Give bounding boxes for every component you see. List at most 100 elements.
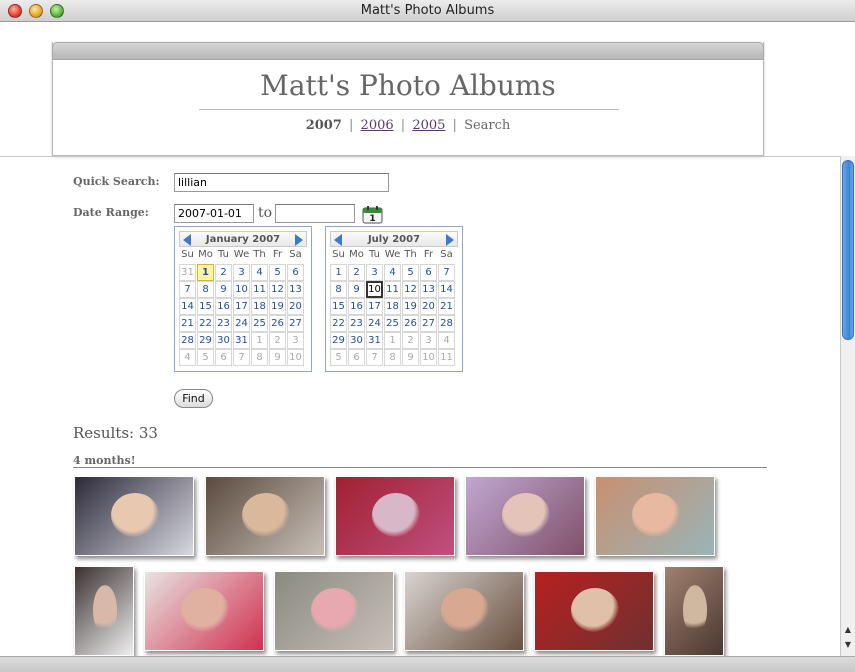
quick-search-input[interactable]	[174, 173, 389, 192]
calendar-day[interactable]: 5	[330, 349, 347, 366]
calendar-day[interactable]: 10	[420, 349, 437, 366]
photo-baby-on-blanket[interactable]	[74, 476, 194, 556]
calendar-day[interactable]: 5	[197, 349, 214, 366]
calendar-day[interactable]: 13	[287, 281, 304, 298]
calendar-day[interactable]: 10	[233, 281, 250, 298]
calendar-day[interactable]: 14	[438, 281, 455, 298]
calendar-day[interactable]: 22	[197, 315, 214, 332]
calendar-day[interactable]: 1	[197, 264, 214, 281]
calendar-day[interactable]: 15	[197, 298, 214, 315]
calendar-day[interactable]: 20	[420, 298, 437, 315]
nav-link-2005[interactable]: 2005	[412, 118, 445, 133]
calendar-day[interactable]: 16	[348, 298, 365, 315]
calendar-day[interactable]: 18	[384, 298, 401, 315]
date-from-input[interactable]	[174, 204, 254, 223]
calendar-day[interactable]: 19	[269, 298, 286, 315]
photo-baby-in-play-gym[interactable]	[335, 476, 455, 556]
calendar-day[interactable]: 7	[366, 349, 383, 366]
calendar-day[interactable]: 9	[348, 281, 365, 298]
calendar-day[interactable]: 13	[420, 281, 437, 298]
photo-baby-on-mat[interactable]	[274, 571, 394, 651]
calendar-day[interactable]: 30	[348, 332, 365, 349]
calendar-day[interactable]: 11	[251, 281, 268, 298]
calendar-day[interactable]: 4	[384, 264, 401, 281]
calendar-day[interactable]: 17	[366, 298, 383, 315]
calendar-day[interactable]: 6	[287, 264, 304, 281]
calendar-day[interactable]: 8	[197, 281, 214, 298]
prev-month-icon[interactable]	[334, 234, 342, 246]
calendar-day[interactable]: 15	[330, 298, 347, 315]
calendar-day[interactable]: 25	[384, 315, 401, 332]
calendar-day[interactable]: 20	[287, 298, 304, 315]
calendar-day[interactable]: 6	[420, 264, 437, 281]
calendar-day[interactable]: 1	[251, 332, 268, 349]
date-to-input[interactable]	[275, 204, 355, 223]
calendar-day[interactable]: 24	[366, 315, 383, 332]
photo-baby-and-man-lying[interactable]	[465, 476, 585, 556]
photo-mother-holding-baby[interactable]	[404, 571, 524, 651]
calendar-day[interactable]: 3	[366, 264, 383, 281]
calendar-day[interactable]: 28	[438, 315, 455, 332]
calendar-day[interactable]: 2	[402, 332, 419, 349]
calendar-day[interactable]: 7	[438, 264, 455, 281]
calendar-day[interactable]: 9	[215, 281, 232, 298]
calendar-day[interactable]: 8	[251, 349, 268, 366]
calendar-day[interactable]: 11	[384, 281, 401, 298]
calendar-day[interactable]: 27	[420, 315, 437, 332]
next-month-icon[interactable]	[446, 234, 454, 246]
find-button[interactable]: Find	[174, 389, 213, 408]
calendar-day[interactable]: 23	[215, 315, 232, 332]
calendar-day[interactable]: 23	[348, 315, 365, 332]
calendar-day[interactable]: 29	[330, 332, 347, 349]
calendar-day[interactable]: 21	[179, 315, 196, 332]
scroll-up-icon[interactable]: ▲	[841, 623, 855, 637]
calendar-day[interactable]: 16	[215, 298, 232, 315]
calendar-day[interactable]: 14	[179, 298, 196, 315]
calendar-day[interactable]: 5	[402, 264, 419, 281]
calendar-day[interactable]: 29	[197, 332, 214, 349]
calendar-day[interactable]: 19	[402, 298, 419, 315]
calendar-day[interactable]: 10	[287, 349, 304, 366]
photo-baby-in-bouncer[interactable]	[534, 571, 654, 651]
calendar-day[interactable]: 27	[287, 315, 304, 332]
nav-link-2006[interactable]: 2006	[361, 118, 394, 133]
calendar-day[interactable]: 30	[215, 332, 232, 349]
calendar-day[interactable]: 3	[420, 332, 437, 349]
calendar-day[interactable]: 1	[330, 264, 347, 281]
prev-month-icon[interactable]	[183, 234, 191, 246]
photo-father-holding-baby[interactable]	[205, 476, 325, 556]
calendar-day[interactable]: 9	[269, 349, 286, 366]
calendar-day[interactable]: 26	[269, 315, 286, 332]
calendar-day[interactable]: 18	[251, 298, 268, 315]
calendar-day[interactable]: 4	[438, 332, 455, 349]
calendar-day[interactable]: 12	[402, 281, 419, 298]
calendar-day[interactable]: 6	[215, 349, 232, 366]
calendar-day[interactable]: 9	[402, 349, 419, 366]
calendar-day[interactable]: 8	[330, 281, 347, 298]
calendar-day[interactable]: 11	[438, 349, 455, 366]
calendar-day[interactable]: 12	[269, 281, 286, 298]
calendar-day[interactable]: 7	[233, 349, 250, 366]
scroll-down-icon[interactable]: ▼	[841, 638, 855, 652]
scroll-thumb[interactable]	[842, 160, 854, 340]
calendar-day[interactable]: 3	[233, 264, 250, 281]
calendar-day[interactable]: 2	[269, 332, 286, 349]
vertical-scrollbar[interactable]: ▲ ▼	[840, 156, 855, 656]
calendar-day[interactable]: 4	[179, 349, 196, 366]
photo-baby-with-toy-ring[interactable]	[144, 571, 264, 651]
calendar-day[interactable]: 22	[330, 315, 347, 332]
calendar-day[interactable]: 17	[233, 298, 250, 315]
calendar-day[interactable]: 3	[287, 332, 304, 349]
calendar-day[interactable]: 5	[269, 264, 286, 281]
calendar-day[interactable]: 25	[251, 315, 268, 332]
calendar-day[interactable]: 21	[438, 298, 455, 315]
calendar-day[interactable]: 31	[233, 332, 250, 349]
photo-baby-in-bath[interactable]	[595, 476, 715, 556]
calendar-day[interactable]: 10	[366, 281, 383, 298]
calendar-day[interactable]: 2	[215, 264, 232, 281]
calendar-day[interactable]: 8	[384, 349, 401, 366]
photo-person-in-doorway[interactable]	[664, 566, 724, 656]
photo-man-with-baby-partial[interactable]	[74, 566, 134, 656]
calendar-day[interactable]: 2	[348, 264, 365, 281]
calendar-day[interactable]: 26	[402, 315, 419, 332]
